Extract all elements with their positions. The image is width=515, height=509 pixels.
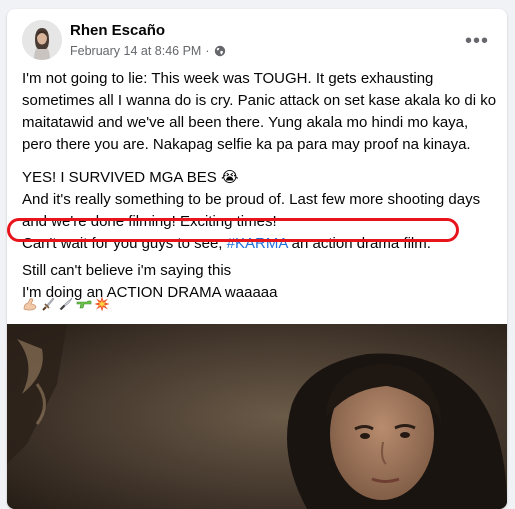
hashtag-link[interactable]: #KARMA <box>227 235 288 252</box>
crying-face-icon: 😭 <box>220 169 239 186</box>
dagger-icon <box>42 297 55 311</box>
post-meta: February 14 at 8:46 PM · <box>70 43 226 59</box>
cant-wait-text-end: an action drama film. <box>287 235 431 252</box>
post-line-still: Still can't believe i'm saying this <box>22 262 232 279</box>
post-timestamp[interactable]: February 14 at 8:46 PM <box>70 43 201 59</box>
cant-wait-text: Can't wait for you guys to see, <box>22 235 227 252</box>
post-line-cant-wait: Can't wait for you guys to see, #KARMA a… <box>22 233 497 255</box>
post-line-survived: YES! I SURVIVED MGA BES 😭 <box>22 167 497 189</box>
flexed-arm-icon <box>23 298 37 311</box>
collision-icon <box>94 296 110 312</box>
knife-icon <box>59 297 73 311</box>
author-name[interactable]: Rhen Escaño <box>70 22 165 40</box>
meta-separator: · <box>205 44 210 58</box>
survived-text: YES! I SURVIVED MGA BES <box>22 169 217 186</box>
more-horizontal-icon: ••• <box>464 30 489 52</box>
post-body: I'm not going to lie: This week was TOUG… <box>22 68 497 304</box>
post-line-proud: And it's really something to be proud of… <box>22 191 481 230</box>
post-paragraph-1: I'm not going to lie: This week was TOUG… <box>22 70 497 153</box>
post-photo[interactable] <box>7 324 507 509</box>
avatar[interactable] <box>22 20 62 60</box>
emoji-row <box>22 294 110 314</box>
more-options-button[interactable]: ••• <box>459 27 495 55</box>
water-pistol-icon <box>76 300 92 309</box>
post-card: Rhen Escaño February 14 at 8:46 PM · •••… <box>7 9 507 509</box>
globe-icon[interactable] <box>214 45 226 57</box>
